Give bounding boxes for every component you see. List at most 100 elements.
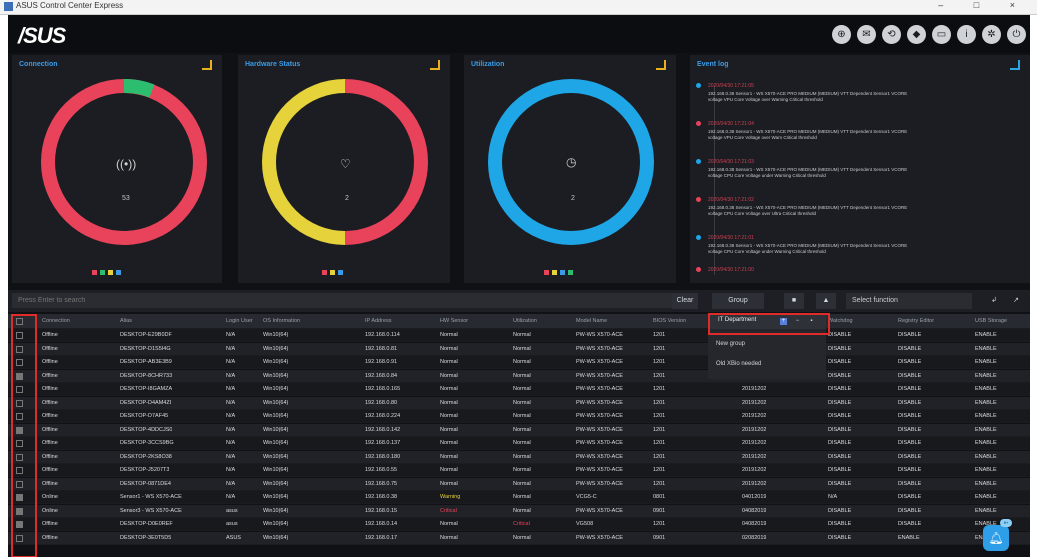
table-cell: Normal — [440, 521, 458, 527]
table-row[interactable]: Offline DESKTOP-J5207T3 N/A Win10(64) 192.16… — [8, 464, 1030, 477]
table-cell: 20191202 — [742, 467, 767, 473]
delete-icon[interactable]: ■ — [784, 293, 804, 309]
table-cell: DISABLE — [828, 453, 852, 460]
table-row[interactable]: Offline DESKTOP-D7AF45 N/A Win10(64) 192.168… — [8, 410, 1030, 423]
table-cell: Win10(64) — [263, 426, 289, 433]
chart-icon[interactable] — [430, 60, 440, 70]
export-icon[interactable]: ↲ — [986, 293, 1002, 309]
column-header[interactable]: Registry Editor — [898, 314, 934, 328]
table-cell: 20191202 — [742, 480, 767, 487]
window-controls[interactable]: – □ × — [938, 0, 1029, 10]
table-row[interactable]: Offline DESKTOP-E29B0DF N/A Win10(64) 192.16… — [8, 329, 1030, 342]
table-row[interactable]: Offline DESKTOP-2KS8O38 N/A Win10(64) 192.16… — [8, 450, 1030, 464]
table-cell: ENABLE — [975, 332, 997, 338]
table-cell: Win10(64) — [263, 534, 289, 541]
logout-icon[interactable]: ⏻ — [1007, 25, 1026, 44]
utilization-legend — [544, 270, 573, 275]
column-header[interactable]: Watchdog — [828, 314, 853, 328]
event-entry[interactable]: 2020/04/30 17:21:05 192.168.0.38 Sensor1… — [696, 83, 1008, 103]
event-text: voltage VPU Core Voltage over Warn Criti… — [708, 135, 817, 140]
minimize-button[interactable]: – — [938, 0, 957, 10]
heart-icon: ♡ — [340, 157, 351, 171]
table-cell: 1201 — [653, 521, 666, 527]
column-header[interactable]: Login User — [226, 314, 253, 328]
search-input[interactable] — [12, 293, 674, 308]
column-header[interactable]: BIOS Version — [653, 314, 686, 328]
event-entry[interactable]: 2020/04/30 17:21:00 — [696, 267, 1008, 275]
table-row[interactable]: Offline DESKTOP-AB3E3B9 N/A Win10(64) 192.16… — [8, 356, 1030, 369]
table-row[interactable]: Offline DESKTOP-3E0T5D5 ASUS Win10(64) 192.1… — [8, 531, 1030, 545]
table-row[interactable]: Online Sensor1 - WS X570-ACE N/A Win10(64) 1… — [8, 491, 1030, 504]
table-row[interactable]: Offline DESKTOP-0871DE4 N/A Win10(64) 192.16… — [8, 477, 1030, 491]
alert-icon[interactable]: ▲ — [816, 293, 836, 309]
table-cell: Sensor3 - WS X570-ACE — [120, 507, 182, 514]
expand-icon[interactable]: ↗ — [1008, 293, 1024, 309]
table-row[interactable]: Offline DESKTOP-D0E0REF asus Win10(64) 192.1… — [8, 518, 1030, 531]
table-cell: PW-WS X570-ACE — [576, 426, 623, 433]
chart-icon[interactable] — [202, 60, 212, 70]
event-entry[interactable]: 2020/04/30 17:21:02 192.168.0.38 Sensor1… — [696, 197, 1008, 217]
event-dot — [696, 83, 701, 88]
bell-icon[interactable]: 🔔︎ — [983, 525, 1009, 551]
column-header[interactable]: Model Name — [576, 314, 607, 328]
column-header[interactable]: IP Address — [365, 314, 392, 328]
table-row[interactable]: Offline DESKTOP-3CCS9BG N/A Win10(64) 192.16… — [8, 437, 1030, 450]
table-cell: Normal — [513, 345, 531, 352]
column-header[interactable]: HW Sensor — [440, 314, 468, 328]
clear-button[interactable]: Clear — [672, 293, 698, 309]
table-cell: Critical — [440, 507, 457, 514]
table-cell: 02082019 — [742, 534, 767, 541]
table-cell: 20191202 — [742, 440, 767, 446]
group-item-new[interactable]: New group — [716, 341, 745, 347]
table-cell: N/A — [226, 467, 236, 473]
event-entry[interactable]: 2020/04/30 17:21:03 192.168.0.38 Sensor1… — [696, 159, 1008, 179]
table-cell: ENABLE — [975, 480, 997, 487]
table-row[interactable]: Offline DESKTOP-4DDCJS0 N/A Win10(64) 192.16… — [8, 423, 1030, 437]
table-cell: 04082019 — [742, 507, 767, 514]
shield-icon[interactable]: ◆ — [907, 25, 926, 44]
select-function-dropdown[interactable]: Select function — [846, 293, 972, 309]
monitor-icon[interactable]: ▭ — [932, 25, 951, 44]
message-icon[interactable]: ✉ — [857, 25, 876, 44]
table-cell: DISABLE — [828, 426, 852, 433]
maximize-button[interactable]: □ — [974, 0, 993, 10]
remote-icon[interactable]: ⟲ — [882, 25, 901, 44]
settings-icon[interactable]: ✲ — [982, 25, 1001, 44]
event-entry[interactable]: 2020/04/30 17:21:04 192.168.0.38 Sensor1… — [696, 121, 1008, 141]
table-cell: Critical — [513, 521, 530, 527]
window-titlebar: ASUS Control Center Express – □ × — [0, 0, 1037, 15]
header-toolbar: ⊕ ✉ ⟲ ◆ ▭ i ✲ ⏻ — [832, 25, 1026, 44]
table-cell: 192.168.0.84 — [365, 372, 398, 379]
info-icon[interactable]: i — [957, 25, 976, 44]
event-entry[interactable]: 2020/04/30 17:21:01 192.168.0.38 Sensor1… — [696, 235, 1008, 255]
table-cell: Win10(64) — [263, 332, 289, 338]
close-button[interactable]: × — [1010, 0, 1029, 10]
column-header[interactable]: Alias — [120, 314, 132, 328]
highlight-box — [708, 313, 830, 335]
table-cell: Offline — [42, 399, 58, 406]
column-header[interactable]: Connection — [42, 314, 70, 328]
column-header[interactable]: Utilization — [513, 314, 537, 328]
table-cell: DISABLE — [898, 413, 922, 419]
event-time: 2020/04/30 17:21:05 — [708, 83, 754, 89]
table-row[interactable]: Online Sensor3 - WS X570-ACE asus Win10(64)… — [8, 504, 1030, 518]
hardware-panel: Hardware Status ♡ 2 — [238, 55, 450, 283]
table-cell: 192.168.0.55 — [365, 467, 398, 473]
table-cell: DESKTOP-I8GAMZA — [120, 386, 173, 392]
group-item-old[interactable]: Old XBio needed — [716, 361, 761, 367]
table-row[interactable]: Offline DESKTOP-8CHR733 N/A Win10(64) 192.16… — [8, 369, 1030, 383]
expand-icon[interactable] — [1010, 60, 1020, 70]
event-time: 2020/04/30 17:21:02 — [708, 197, 754, 203]
chart-icon[interactable] — [656, 60, 666, 70]
group-button[interactable]: Group — [712, 293, 764, 309]
column-header[interactable]: USB Storage — [975, 314, 1007, 328]
legend-swatch — [100, 270, 105, 275]
column-header[interactable]: OS Information — [263, 314, 300, 328]
table-row[interactable]: Offline DESKTOP-D1S5I4G N/A Win10(64) 192.16… — [8, 342, 1030, 356]
globe-icon[interactable]: ⊕ — [832, 25, 851, 44]
table-cell: 1201 — [653, 399, 666, 406]
table-cell: 192.168.0.224 — [365, 413, 401, 419]
table-row[interactable]: Offline DESKTOP-I8GAMZA N/A Win10(64) 192.16… — [8, 383, 1030, 396]
table-cell: Normal — [440, 426, 458, 433]
table-row[interactable]: Offline DESKTOP-D4AM4ZI N/A Win10(64) 192.16… — [8, 396, 1030, 410]
